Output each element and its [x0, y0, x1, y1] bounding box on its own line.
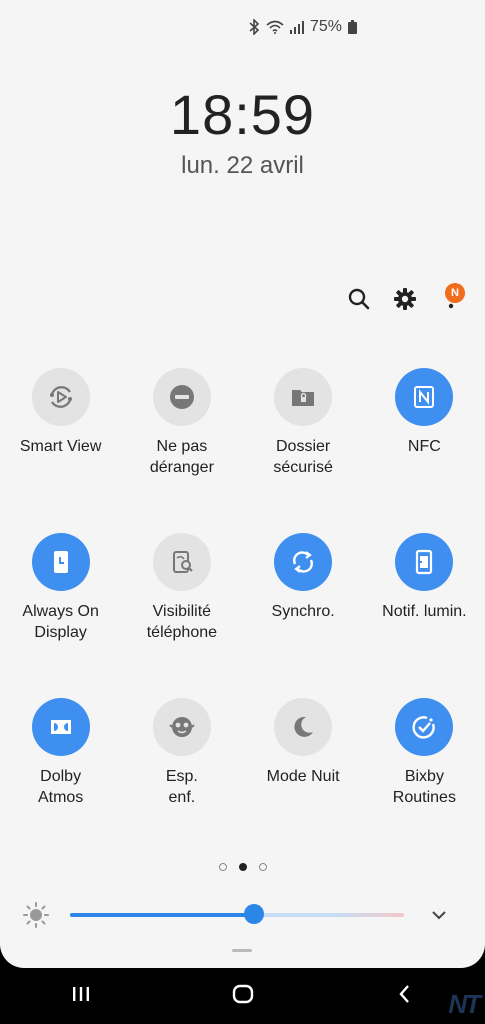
- tile-label: NFC: [407, 438, 441, 455]
- tile-label: Dolby Atmos: [37, 768, 84, 806]
- status-bar: 75%: [248, 18, 357, 36]
- navigation-bar: [0, 968, 485, 1024]
- tile-bixby-routines[interactable]: Bixby Routines: [364, 698, 485, 863]
- page-dot-active[interactable]: [238, 863, 247, 871]
- tile-phone-visibility[interactable]: Visibilité téléphone: [121, 533, 242, 698]
- tile-dolby-atmos[interactable]: Dolby Atmos: [0, 698, 121, 863]
- page-dot[interactable]: [258, 863, 267, 871]
- battery-icon: [348, 20, 357, 34]
- tile-label: Visibilité téléphone: [146, 603, 218, 641]
- tile-sync[interactable]: Synchro.: [243, 533, 364, 698]
- quick-tiles-grid: Smart View Ne pas déranger Dossier sécur…: [0, 368, 485, 863]
- sync-icon: [274, 533, 333, 591]
- tile-do-not-disturb[interactable]: Ne pas déranger: [121, 368, 242, 533]
- secure-folder-icon: [274, 368, 333, 426]
- brightness-control: [22, 900, 462, 930]
- tile-always-on-display[interactable]: Always On Display: [0, 533, 121, 698]
- tile-secure-folder[interactable]: Dossier sécurisé: [243, 368, 364, 533]
- tile-kids-mode[interactable]: Esp. enf.: [121, 698, 242, 863]
- kids-mode-icon: [152, 698, 211, 756]
- recent-apps-icon[interactable]: [70, 983, 92, 1010]
- brightness-fill: [70, 913, 254, 917]
- chevron-down-icon[interactable]: [430, 906, 448, 929]
- gear-icon[interactable]: [393, 287, 417, 311]
- tile-nfc[interactable]: NFC: [364, 368, 485, 533]
- wifi-icon: [266, 20, 284, 34]
- nfc-icon: [395, 368, 454, 426]
- clock-date[interactable]: lun. 22 avril: [0, 152, 485, 180]
- battery-percentage: 75%: [309, 18, 342, 35]
- tile-label: Smart View: [19, 438, 102, 455]
- phone-visibility-icon: [152, 533, 211, 591]
- tile-edge-lighting[interactable]: Notif. lumin.: [364, 533, 485, 698]
- page-dot[interactable]: [218, 863, 227, 871]
- dolby-icon: [31, 698, 90, 756]
- watermark-logo: NT: [448, 989, 481, 1019]
- tile-label: Dossier sécurisé: [273, 438, 333, 476]
- quick-settings-panel: 75% 18:59 lun. 22 avril N Smart View Ne …: [0, 0, 485, 968]
- notification-badge: N: [445, 283, 465, 303]
- home-icon[interactable]: [231, 982, 255, 1011]
- tile-label: Notif. lumin.: [382, 603, 467, 620]
- edge-lighting-icon: [395, 533, 454, 591]
- do-not-disturb-icon: [152, 368, 211, 426]
- tile-label: Ne pas déranger: [149, 438, 214, 476]
- tile-label: Esp. enf.: [165, 768, 198, 806]
- tile-smart-view[interactable]: Smart View: [0, 368, 121, 533]
- tile-label: Bixby Routines: [392, 768, 456, 806]
- clock-time[interactable]: 18:59: [0, 82, 485, 147]
- back-icon[interactable]: [394, 983, 416, 1010]
- brightness-icon: [22, 901, 50, 934]
- brightness-slider-thumb[interactable]: [243, 904, 264, 924]
- always-on-display-icon: [31, 533, 90, 591]
- bluetooth-icon: [248, 19, 260, 35]
- panel-drag-handle[interactable]: [232, 949, 252, 952]
- tile-label: Synchro.: [271, 603, 335, 620]
- tile-label: Mode Nuit: [266, 768, 340, 785]
- tile-label: Always On Display: [22, 603, 99, 641]
- tile-night-mode[interactable]: Mode Nuit: [243, 698, 364, 863]
- signal-icon: [289, 20, 304, 34]
- night-mode-icon: [274, 698, 333, 756]
- smart-view-icon: [31, 368, 90, 426]
- search-icon[interactable]: [347, 287, 371, 311]
- bixby-routines-icon: [395, 698, 454, 756]
- page-indicator: [0, 863, 485, 871]
- more-options-icon[interactable]: N: [439, 283, 465, 311]
- panel-toolbar: N: [347, 283, 465, 311]
